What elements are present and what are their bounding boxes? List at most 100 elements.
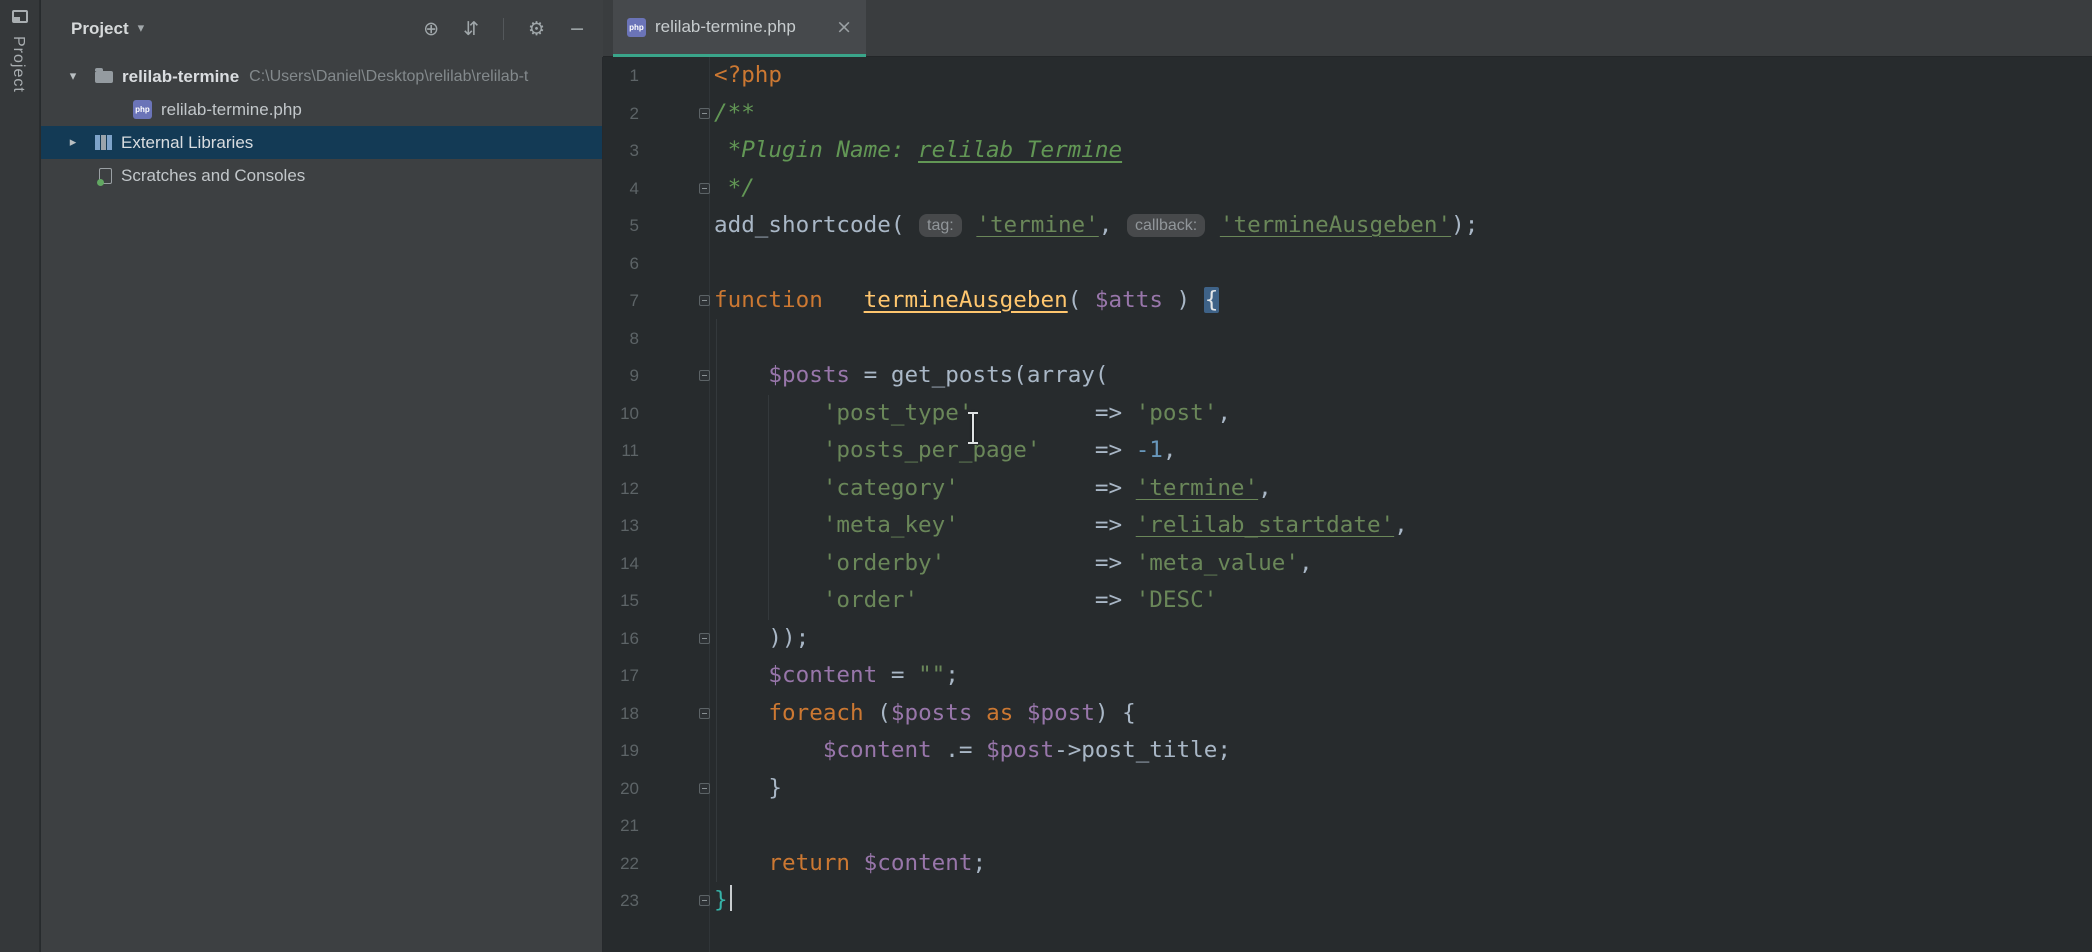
code-line[interactable]: 22 return $content; [603,845,2092,883]
php-file-icon: php [133,100,152,119]
line-number[interactable]: 22 [603,845,639,883]
fold-marker-icon[interactable] [699,295,710,306]
code-line[interactable]: 1<?php [603,57,2092,95]
fold-marker-icon[interactable] [699,370,710,381]
line-number[interactable]: 23 [603,882,639,920]
code-line[interactable]: 18 foreach ($posts as $post) { [603,695,2092,733]
code-token: 'meta_key' [823,512,959,538]
line-number[interactable]: 8 [603,320,639,358]
scroll-from-source-icon[interactable]: ⇵ [463,18,479,40]
close-icon[interactable]: × [836,16,852,38]
code-token: , [1394,512,1408,538]
gear-icon[interactable]: ⚙ [528,18,545,40]
line-number[interactable]: 2 [603,95,639,133]
code-line[interactable]: 17 $content = ""; [603,657,2092,695]
tree-item-scratches[interactable]: Scratches and Consoles [41,159,602,192]
code-line[interactable]: 12 'category' => 'termine', [603,470,2092,508]
parameter-hint: callback: [1127,214,1205,237]
hide-icon[interactable]: − [569,18,585,40]
code-line[interactable]: 6 [603,245,2092,283]
chevron-down-icon[interactable]: ▾ [138,21,145,36]
tab-relilab-termine[interactable]: php relilab-termine.php × [613,0,866,57]
line-number[interactable]: 7 [603,282,639,320]
code-line[interactable]: 3 *Plugin Name: relilab Termine [603,132,2092,170]
code-token: => [972,400,1135,426]
code-token: return [768,850,850,876]
code-line[interactable]: 19 $content .= $post->post_title; [603,732,2092,770]
project-selector[interactable]: Project [41,19,129,39]
line-number[interactable]: 16 [603,620,639,658]
fold-marker-icon[interactable] [699,783,710,794]
tree-item-file[interactable]: php relilab-termine.php [41,93,602,126]
code-line[interactable]: 16 )); [603,620,2092,658]
fold-marker-icon[interactable] [699,108,710,119]
code-token: termineAusgeben [864,287,1068,313]
project-tool-window-button[interactable]: Project [9,36,27,93]
code-token: $atts [1095,287,1163,313]
tree-item-path: C:\Users\Daniel\Desktop\relilab\relilab-… [249,68,528,86]
tree-item-external-libraries[interactable]: ▸ External Libraries [41,126,602,159]
line-number[interactable]: 4 [603,170,639,208]
code-token: = [877,662,918,688]
code-line[interactable]: 10 'post_type' => 'post', [603,395,2092,433]
line-number[interactable]: 5 [603,207,639,245]
code-line[interactable]: 13 'meta_key' => 'relilab_startdate', [603,507,2092,545]
window-menu-icon[interactable] [12,10,28,23]
code-line[interactable]: 9 $posts = get_posts(array( [603,357,2092,395]
chevron-down-icon[interactable]: ▾ [63,69,83,84]
line-number[interactable]: 10 [603,395,639,433]
fold-marker-icon[interactable] [699,708,710,719]
fold-marker-icon[interactable] [699,183,710,194]
line-number[interactable]: 12 [603,470,639,508]
code-token: } [714,775,782,801]
line-number[interactable]: 20 [603,770,639,808]
code-token: 'termineAusgeben' [1220,212,1451,238]
code-token [714,475,823,501]
code-token: => [959,475,1136,501]
line-number[interactable]: 1 [603,57,639,95]
line-number[interactable]: 19 [603,732,639,770]
code-token [714,700,768,726]
line-number[interactable]: 6 [603,245,639,283]
line-number[interactable]: 11 [603,432,639,470]
code-token: $content [823,737,932,763]
mouse-cursor-ibeam [972,412,974,444]
tree-item-label: relilab-termine [122,67,239,87]
line-number[interactable]: 17 [603,657,639,695]
fold-marker-icon[interactable] [699,895,710,906]
code-token: "" [918,662,945,688]
code-line[interactable]: 21 [603,807,2092,845]
line-number[interactable]: 15 [603,582,639,620]
line-number[interactable]: 13 [603,507,639,545]
locate-icon[interactable]: ⊕ [423,18,439,40]
code-token [714,437,823,463]
line-number[interactable]: 9 [603,357,639,395]
code-line[interactable]: 8 [603,320,2092,358]
line-number[interactable]: 3 [603,132,639,170]
code-line[interactable]: 4 */ [603,170,2092,208]
editor[interactable]: 1<?php2/**3 *Plugin Name: relilab Termin… [603,57,2092,952]
code-line[interactable]: 5add_shortcode( tag: 'termine', callback… [603,207,2092,245]
chevron-right-icon[interactable]: ▸ [63,135,83,150]
code-area[interactable]: 1<?php2/**3 *Plugin Name: relilab Termin… [603,57,2092,920]
php-file-icon: php [627,18,646,37]
code-line[interactable]: 20 } [603,770,2092,808]
code-line[interactable]: 14 'orderby' => 'meta_value', [603,545,2092,583]
code-line[interactable]: 11 'posts_per_page' => -1, [603,432,2092,470]
fold-marker-icon[interactable] [699,633,710,644]
code-line[interactable]: 15 'order' => 'DESC' [603,582,2092,620]
line-number[interactable]: 18 [603,695,639,733]
code-line[interactable]: 23} [603,882,2092,920]
code-token: $post [986,737,1054,763]
line-number[interactable]: 14 [603,545,639,583]
code-token [972,700,986,726]
code-token: 'post_type' [823,400,973,426]
code-line[interactable]: 2/** [603,95,2092,133]
code-token [714,850,768,876]
code-line[interactable]: 7function termineAusgeben( $atts ) { [603,282,2092,320]
code-token: )); [714,625,809,651]
tree-item-root[interactable]: ▾ relilab-termine C:\Users\Daniel\Deskto… [41,60,602,93]
line-number[interactable]: 21 [603,807,639,845]
code-token: function [714,287,823,313]
code-token: , [1163,437,1177,463]
